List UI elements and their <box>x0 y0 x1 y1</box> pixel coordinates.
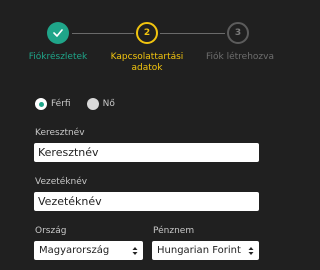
currency-label: Pénznem <box>153 226 195 236</box>
step-label-account-details: Fiókrészletek <box>28 52 88 62</box>
check-icon <box>53 29 63 37</box>
step-label-account-created: Fiók létrehozva <box>206 52 274 62</box>
country-select[interactable]: Magyarország <box>34 241 143 260</box>
registration-stepper: Fiókrészletek 2 Kapcsolattartási adatok … <box>0 0 294 80</box>
radio-female[interactable] <box>86 98 99 110</box>
radio-male[interactable] <box>35 98 47 110</box>
gender-label-male: Férfi <box>51 99 71 109</box>
gender-option-male[interactable]: Férfi <box>35 98 71 110</box>
updown-arrows-icon <box>130 241 140 260</box>
step-connector-2 <box>160 33 225 34</box>
country-selected-value: Magyarország <box>39 245 110 256</box>
step-complete-circle <box>47 22 69 44</box>
gender-option-female[interactable]: Nő <box>86 98 115 110</box>
step-number-2: 2 <box>136 22 158 44</box>
step-label-contact-details: Kapcsolattartási adatok <box>110 52 184 73</box>
first-name-label: Keresztnév <box>35 128 85 138</box>
updown-arrows-icon <box>246 241 256 260</box>
gender-radio-group: Férfi Nő <box>35 97 131 111</box>
last-name-input[interactable] <box>34 192 259 211</box>
step-number-3: 3 <box>227 22 249 44</box>
currency-select[interactable]: Hungarian Forint <box>152 241 259 260</box>
country-label: Ország <box>35 226 67 236</box>
currency-selected-value: Hungarian Forint <box>157 245 241 256</box>
step-connector-1 <box>72 33 134 34</box>
last-name-label: Vezetéknév <box>35 177 88 187</box>
gender-label-female: Nő <box>102 99 115 109</box>
first-name-input[interactable] <box>34 143 259 162</box>
